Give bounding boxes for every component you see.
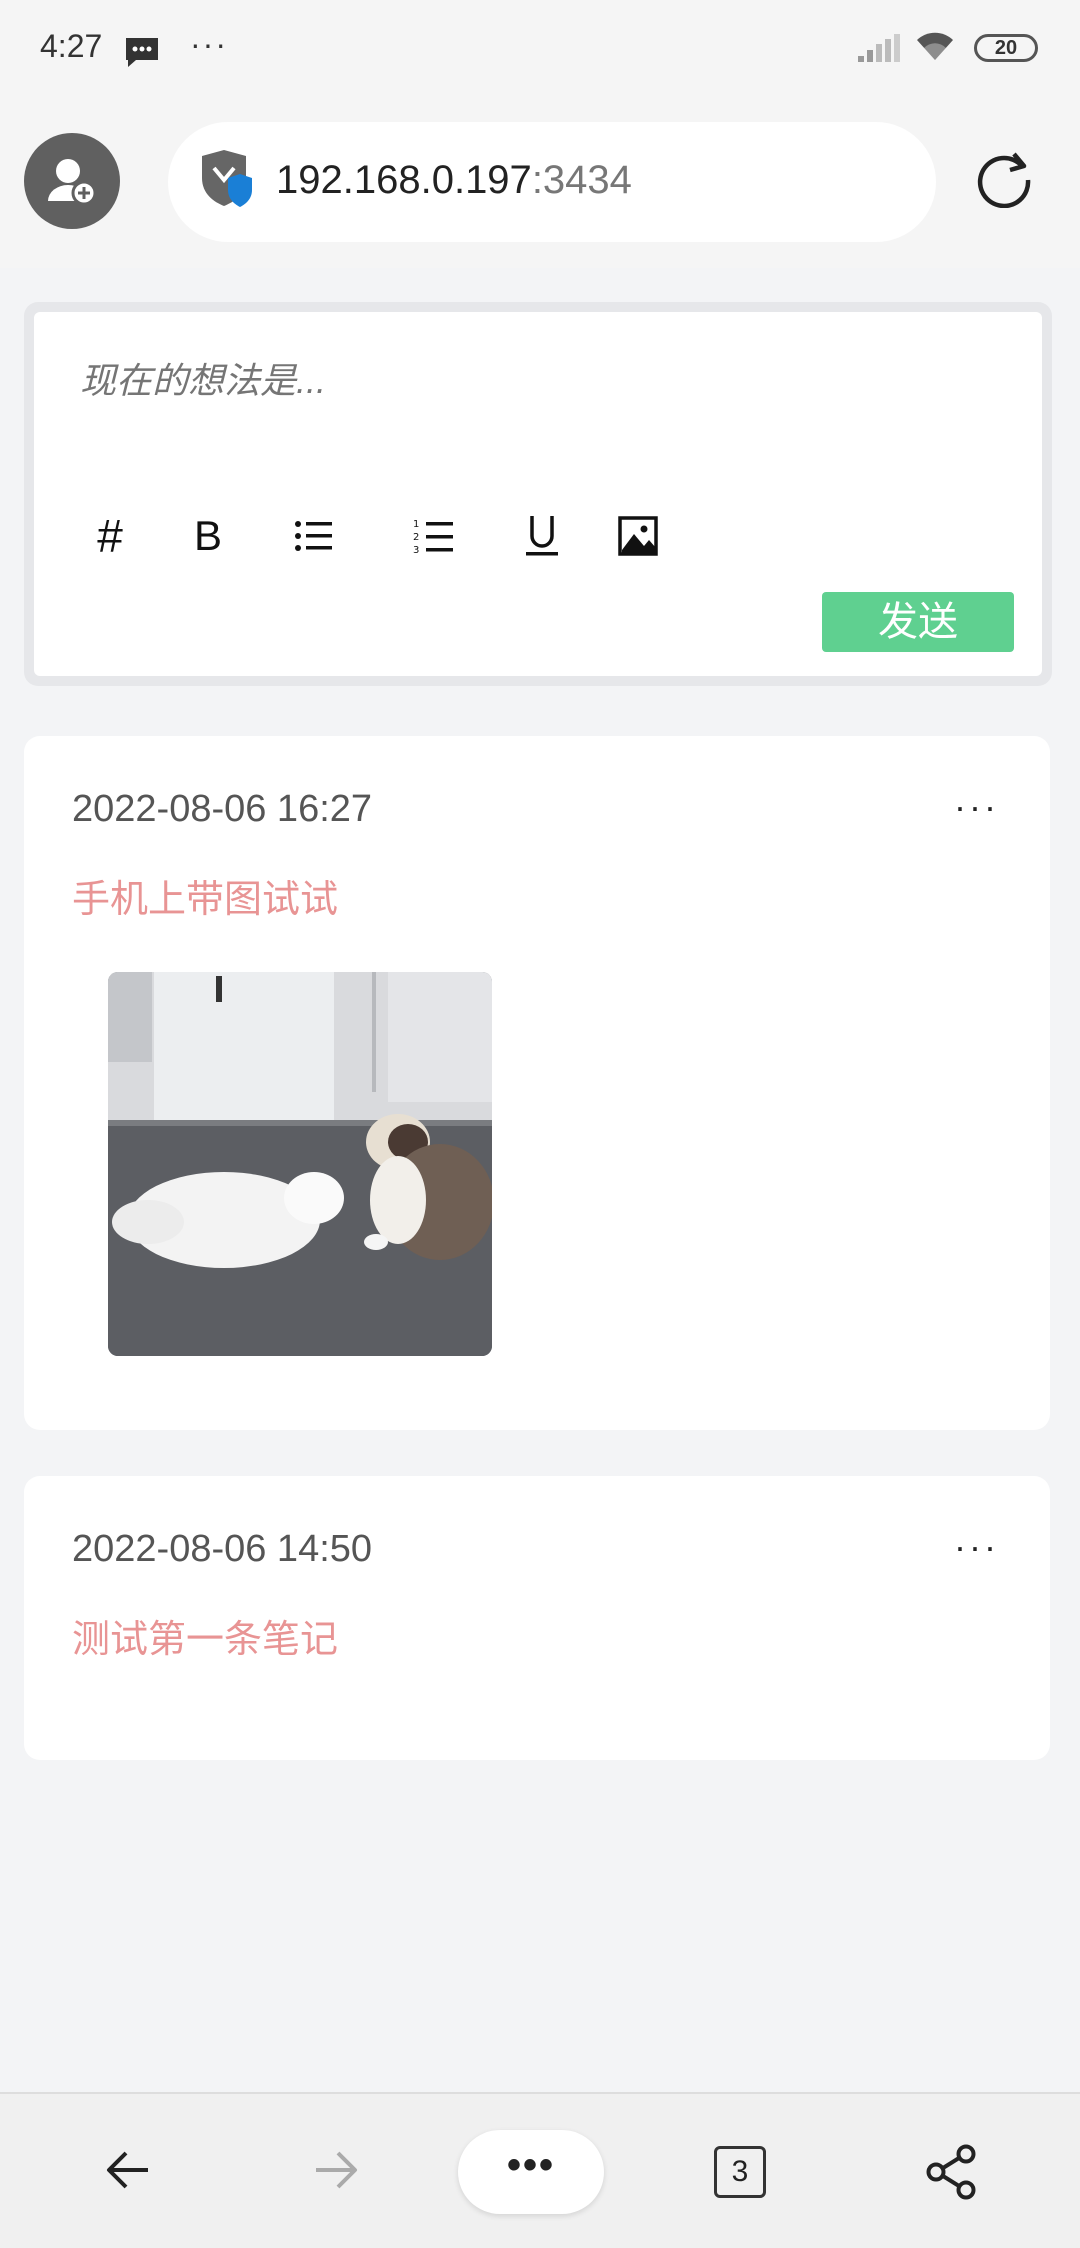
signal-icon (858, 34, 902, 69)
note-text: 测试第一条笔记 (72, 1619, 339, 1661)
note-card: 2022-08-06 16:27 ··· 手机上带图试试 (24, 736, 1050, 1430)
numbered-list-icon[interactable]: 1 2 3 (406, 508, 462, 564)
bullet-list-icon[interactable] (286, 508, 342, 564)
more-dots-icon: ··· (190, 26, 228, 62)
send-button[interactable]: 发送 (822, 592, 1014, 652)
browser-toolbar: 192.168.0.197:3434 (0, 100, 1080, 268)
tabs-icon[interactable]: 3 (714, 2146, 766, 2198)
svg-text:1: 1 (413, 519, 419, 530)
svg-text:2: 2 (413, 532, 419, 543)
url-text[interactable]: 192.168.0.197:3434 (276, 158, 632, 203)
note-card: 2022-08-06 14:50 ··· 测试第一条笔记 (24, 1476, 1050, 1760)
note-more-button[interactable]: ··· (954, 786, 999, 828)
share-icon[interactable] (926, 2144, 978, 2205)
message-icon (124, 36, 160, 73)
underline-icon[interactable] (514, 508, 570, 564)
note-timestamp: 2022-08-06 16:27 (72, 788, 373, 830)
battery-icon: 20 (974, 34, 1038, 62)
security-shield-icon[interactable] (198, 148, 258, 217)
note-composer: # B 1 2 3 发送 (24, 302, 1052, 686)
status-time: 4:27 (40, 28, 103, 64)
back-arrow-icon[interactable] (104, 2148, 152, 2197)
composer-panel: # B 1 2 3 发送 (34, 312, 1042, 676)
note-input[interactable] (80, 360, 980, 402)
note-timestamp: 2022-08-06 14:50 (72, 1528, 373, 1570)
tag-button[interactable]: # (82, 508, 138, 564)
image-icon[interactable] (610, 508, 666, 564)
note-more-button[interactable]: ··· (954, 1526, 999, 1568)
bottom-nav-bar: ••• 3 (0, 2092, 1080, 2248)
menu-dots-icon[interactable]: ••• (458, 2130, 604, 2214)
address-bar[interactable]: 192.168.0.197:3434 (168, 122, 936, 242)
avatar-add-icon[interactable] (24, 133, 120, 229)
bold-button[interactable]: B (180, 508, 236, 564)
svg-text:3: 3 (413, 545, 419, 555)
status-bar: 4:27 ··· 20 (0, 0, 1080, 100)
url-port: :3434 (531, 158, 632, 202)
wifi-icon (914, 30, 956, 67)
refresh-icon[interactable] (974, 148, 1034, 213)
note-text: 手机上带图试试 (72, 879, 339, 921)
url-host: 192.168.0.197 (276, 158, 532, 202)
forward-arrow-icon[interactable] (312, 2148, 360, 2197)
note-image[interactable] (108, 972, 492, 1356)
